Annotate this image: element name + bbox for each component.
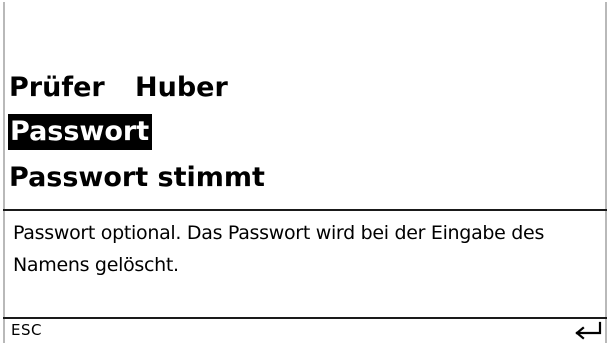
esc-button[interactable]: ESC — [11, 321, 42, 339]
device-screen: Prüfer Huber Passwort Passwort stimmt Pas… — [0, 0, 609, 345]
parameter-list: Prüfer Huber Passwort Passwort stimmt — [8, 69, 599, 199]
enter-return-icon — [575, 321, 602, 340]
enter-button[interactable] — [569, 321, 603, 341]
password-status-text: Passwort stimmt — [9, 162, 265, 193]
help-text: Passwort optional. Das Passwort wird bei… — [13, 222, 545, 276]
password-selected-label: Passwort — [8, 114, 153, 150]
help-divider-top — [3, 209, 607, 211]
password-status: Passwort stimmt — [9, 159, 265, 197]
tester-label: Prüfer — [9, 72, 105, 103]
tester-value: Huber — [135, 72, 228, 103]
softkey-footer: ESC — [0, 319, 609, 343]
help-text-panel: Passwort optional. Das Passwort wird bei… — [13, 217, 598, 297]
tester-row[interactable]: Prüfer Huber — [9, 69, 228, 107]
password-row[interactable]: Passwort — [8, 113, 153, 151]
